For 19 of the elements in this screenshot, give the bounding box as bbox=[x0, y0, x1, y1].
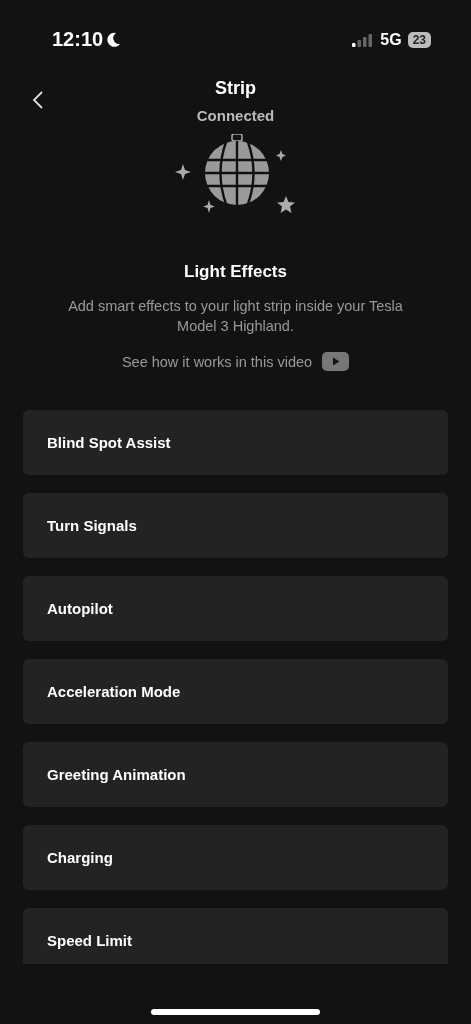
section-heading: Light Effects bbox=[184, 262, 287, 282]
status-time: 12:10 bbox=[52, 28, 104, 51]
section-description: Add smart effects to your light strip inside your Tesla Model 3 Highland. bbox=[67, 297, 404, 336]
battery-indicator: 23 bbox=[407, 31, 431, 48]
video-link[interactable]: See how it works in this video bbox=[121, 353, 313, 370]
moon-icon bbox=[106, 31, 122, 48]
play-icon[interactable] bbox=[322, 352, 350, 371]
signal-icon bbox=[352, 32, 375, 47]
effect-row[interactable]: Speed Limit bbox=[23, 908, 448, 964]
effect-row[interactable]: Greeting Animation bbox=[23, 742, 448, 807]
connection-status: Connected bbox=[196, 107, 275, 124]
effect-row[interactable]: Blind Spot Assist bbox=[23, 410, 448, 475]
effect-row[interactable]: Autopilot bbox=[23, 576, 448, 641]
effect-row[interactable]: Charging bbox=[23, 825, 448, 890]
effect-row[interactable]: Turn Signals bbox=[23, 493, 448, 558]
effect-row[interactable]: Acceleration Mode bbox=[23, 659, 448, 724]
network-label: 5G bbox=[380, 30, 402, 49]
back-button[interactable] bbox=[32, 90, 44, 110]
page-title: Strip bbox=[215, 78, 256, 99]
